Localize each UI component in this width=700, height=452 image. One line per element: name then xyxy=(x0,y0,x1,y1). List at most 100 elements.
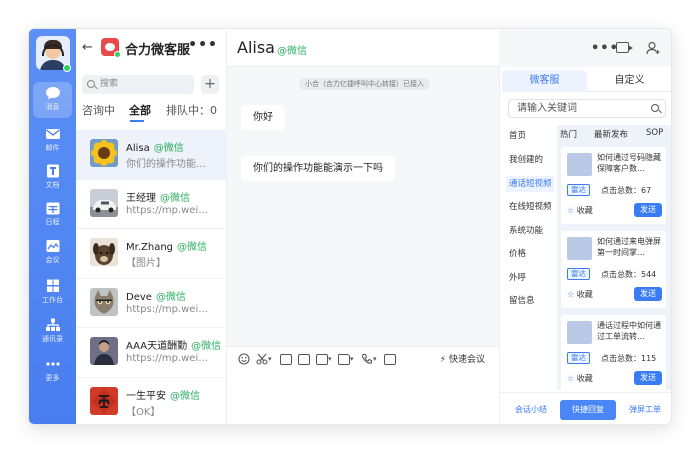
transfer-notice: 小合（合力亿捷呼叫中心转接）已接入 xyxy=(299,78,430,90)
chevron-down-icon[interactable]: ▾ xyxy=(268,355,272,363)
nav-messages[interactable]: 消息 xyxy=(33,82,72,118)
image-icon[interactable] xyxy=(280,354,292,365)
add-user-icon[interactable] xyxy=(646,41,660,55)
contact-last-message: https://mp.wei… xyxy=(126,303,209,315)
category-item[interactable]: 首页 xyxy=(506,128,554,144)
category-item[interactable]: 系统功能 xyxy=(506,223,554,239)
nav-more[interactable]: 更多 xyxy=(33,353,72,389)
category-item[interactable]: 通话短视频 xyxy=(506,176,554,192)
folder-icon[interactable] xyxy=(338,354,350,365)
content-card[interactable]: 如何通过号码隐藏保障客户数… 雷达 点击总数：67 ☆ 收藏 发送 xyxy=(561,147,666,224)
tab-all[interactable]: 全部 xyxy=(129,102,151,118)
contact-search-input[interactable]: 搜索 xyxy=(82,75,194,94)
nav-meeting[interactable]: 会议 xyxy=(33,235,72,271)
contact-row[interactable]: Mr.Zhang @微信 【图片】 xyxy=(76,229,227,279)
video-call-icon[interactable] xyxy=(616,42,633,53)
contact-name: Mr.Zhang @微信 xyxy=(126,242,208,253)
category-item[interactable]: 在线短视频 xyxy=(506,199,554,215)
fu-avatar xyxy=(90,386,118,415)
contact-name: Deve @微信 xyxy=(126,291,186,303)
contact-row[interactable]: Deve @微信 https://mp.wei… xyxy=(76,279,227,328)
tab-sop[interactable]: SOP xyxy=(646,128,663,138)
tab-queue[interactable]: 排队中：0 xyxy=(166,102,217,118)
search-icon xyxy=(87,80,95,88)
contact-last-message: 你们的操作功能… xyxy=(126,159,206,170)
send-button[interactable]: 发送 xyxy=(634,371,662,385)
chevron-down-icon[interactable]: ▾ xyxy=(350,355,354,363)
nav-label: 工作台 xyxy=(42,296,63,304)
contact-last-message: https://mp.wei… xyxy=(126,353,209,364)
chevron-down-icon[interactable]: ▾ xyxy=(373,355,377,363)
message-bubble: 你好 xyxy=(241,105,285,130)
back-arrow-icon[interactable]: ← xyxy=(82,40,93,55)
file-icon[interactable] xyxy=(298,354,310,365)
chevron-down-icon[interactable]: ▾ xyxy=(328,355,332,363)
tab-quick-reply[interactable]: 快捷回复 xyxy=(560,400,616,420)
favorite-button[interactable]: ☆ 收藏 xyxy=(567,205,593,216)
send-button[interactable]: 发送 xyxy=(634,287,662,301)
emoji-icon[interactable] xyxy=(238,353,250,365)
tab-custom[interactable]: 自定义 xyxy=(587,70,671,92)
app-window: 消息 邮件 文档 日程 会议 工作台 通讯录 更多 ← 合力微客服 ••• 搜索… xyxy=(28,28,672,425)
category-item[interactable]: 留信息 xyxy=(506,293,554,309)
screen-icon[interactable] xyxy=(384,354,396,365)
tab-popup-ticket[interactable]: 弹屏工单 xyxy=(620,400,670,420)
nav-documents[interactable]: 文档 xyxy=(33,160,72,196)
add-button[interactable]: + xyxy=(201,75,219,94)
favorite-button[interactable]: ☆ 收藏 xyxy=(567,373,593,384)
contact-row[interactable]: 一生平安 @微信 【OK】 xyxy=(76,378,227,425)
nav-contacts[interactable]: 通讯录 xyxy=(33,314,72,350)
fast-meeting-button[interactable]: ⚡ 快速会议 xyxy=(440,352,485,365)
contact-name: 王经理 @微信 xyxy=(126,192,190,204)
contact-row[interactable]: Alisa @微信 你们的操作功能… xyxy=(76,130,227,180)
tab-in-consult[interactable]: 咨询中 xyxy=(82,102,115,118)
click-count: 点击总数：115 xyxy=(601,354,657,363)
nav-calendar[interactable]: 日程 xyxy=(33,197,72,233)
click-count: 点击总数：67 xyxy=(601,186,652,195)
content-list: 热门 最新发布 SOP 如何通过号码隐藏保障客户数… 雷达 点击总数：67 ☆ … xyxy=(557,125,671,392)
more-menu-icon[interactable]: ••• xyxy=(188,37,218,53)
video-thumbnail xyxy=(567,153,592,176)
left-rail: 消息 邮件 文档 日程 会议 工作台 通讯录 更多 xyxy=(29,29,76,424)
radar-tag: 雷达 xyxy=(567,184,590,196)
car-avatar xyxy=(90,188,118,217)
category-item[interactable]: 价格 xyxy=(506,246,554,262)
content-card[interactable]: 通话过程中如何通过工单流转… 雷达 点击总数：115 ☆ 收藏 发送 xyxy=(561,315,666,392)
chat-more-icon[interactable]: ••• xyxy=(591,41,619,56)
contact-list: Alisa @微信 你们的操作功能… 王经理 @微信 https://mp.wei…… xyxy=(76,130,227,425)
online-status-dot xyxy=(63,64,71,72)
category-item[interactable]: 外呼 xyxy=(506,270,554,286)
nav-mail[interactable]: 邮件 xyxy=(33,123,72,159)
search-icon[interactable] xyxy=(651,104,659,112)
contact-last-message: 【图片】 xyxy=(126,258,166,269)
nav-label: 消息 xyxy=(45,103,60,111)
more-dots-icon xyxy=(45,362,60,366)
chat-contact-name: Alisa xyxy=(237,38,275,57)
contact-name: 一生平安 @微信 xyxy=(126,390,200,402)
checkbox-icon[interactable] xyxy=(316,354,328,365)
content-card[interactable]: 如何通过来电弹屏第一时间掌… 雷达 点击总数：544 ☆ 收藏 发送 xyxy=(561,231,666,308)
compose-area[interactable]: ▾ ▾ ▾ ▾ ⚡ 快速会议 xyxy=(227,346,499,424)
nav-workbench[interactable]: 工作台 xyxy=(33,275,72,311)
tab-session-summary[interactable]: 会话小结 xyxy=(506,400,556,420)
scissors-icon[interactable] xyxy=(256,353,268,365)
card-title: 通话过程中如何通过工单流转… xyxy=(597,321,661,341)
category-item[interactable]: 我创建的 xyxy=(506,152,554,168)
phone-icon[interactable] xyxy=(361,353,373,365)
contact-row[interactable]: 王经理 @微信 https://mp.wei… xyxy=(76,180,227,229)
contact-last-message: 【OK】 xyxy=(126,406,161,418)
keyword-search-input[interactable]: 请输入关键词 xyxy=(508,99,666,118)
calendar-icon xyxy=(46,202,59,215)
tab-hot[interactable]: 热门 xyxy=(560,128,577,140)
favorite-button[interactable]: ☆ 收藏 xyxy=(567,289,593,300)
star-icon: ☆ xyxy=(567,374,575,383)
chat-bubble-icon xyxy=(45,87,60,100)
tab-wei-kefu[interactable]: 微客服 xyxy=(502,70,587,92)
tab-latest[interactable]: 最新发布 xyxy=(594,128,628,140)
search-placeholder: 请输入关键词 xyxy=(517,103,577,114)
active-tab-underline xyxy=(130,120,144,122)
mail-icon xyxy=(45,129,60,139)
person-avatar xyxy=(90,337,118,365)
contact-row[interactable]: AAA天道酬勤 @微信 https://mp.wei… xyxy=(76,328,227,378)
send-button[interactable]: 发送 xyxy=(634,203,662,217)
